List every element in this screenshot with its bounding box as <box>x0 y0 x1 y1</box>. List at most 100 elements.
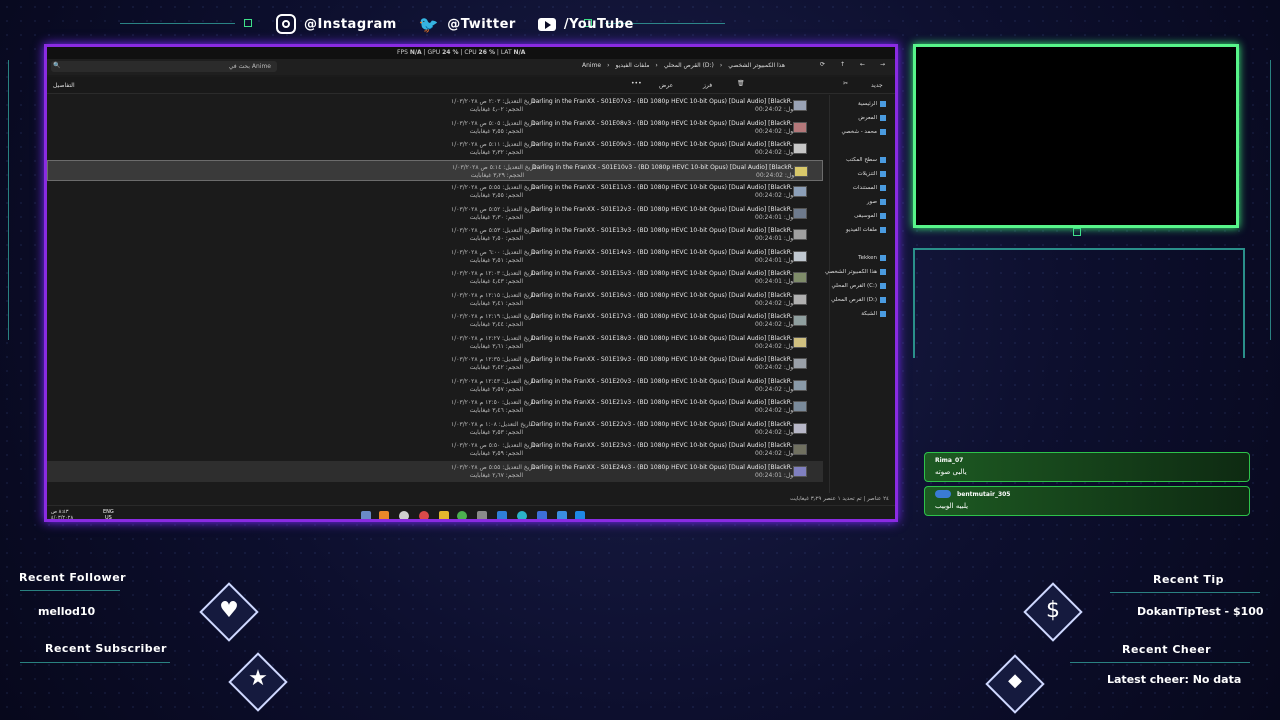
nav-item[interactable]: سطح المكتب <box>846 157 886 163</box>
lang-region: US <box>104 515 112 521</box>
mail-icon[interactable] <box>497 511 507 519</box>
folder-icon <box>880 227 886 233</box>
tip-underline <box>1110 592 1260 593</box>
cam-frame-dot <box>1073 228 1081 236</box>
file-row[interactable]: تاريخ التعديل: ١٢:١٩ م ١/٠٣/٢٠٢٨ الحجم: ٣… <box>47 310 823 331</box>
recent-cheer-label: Recent Cheer <box>1122 643 1212 656</box>
start-icon[interactable] <box>575 511 585 519</box>
folder-icon[interactable] <box>439 511 449 519</box>
file-row[interactable]: تاريخ التعديل: ١٢:٣٥ م ١/٠٣/٢٠٢٨ الحجم: ٣… <box>47 353 823 374</box>
nav-item-label: القرص المحلي (C:) <box>831 283 878 289</box>
video-thumbnail-icon <box>793 465 807 477</box>
app-icon[interactable] <box>419 511 429 519</box>
folder-icon <box>880 283 886 289</box>
more-options-icon[interactable]: ••• <box>631 80 642 87</box>
new-button[interactable]: جديد <box>871 82 883 89</box>
nav-item[interactable]: الرئيسية <box>858 101 886 107</box>
breadcrumb-anime[interactable]: Anime <box>582 62 601 69</box>
search-input[interactable]: بحث في Anime <box>51 61 277 72</box>
breadcrumb-videos[interactable]: ملفات الفيديو <box>616 62 650 69</box>
file-size: الحجم: ٣٫٤٤ غيغابايت <box>469 321 523 328</box>
video-thumbnail-icon <box>793 358 807 369</box>
file-name: Darling in the FranXX - S01E07v3 - (BD 1… <box>531 98 797 105</box>
file-modified: تاريخ التعديل: ١٢:٥٠ م ١/٠٣/٢٠٢٨ <box>451 399 536 406</box>
nav-item[interactable]: الشبكة <box>861 311 886 317</box>
file-row[interactable]: تاريخ التعديل: ٥:١٤ ص ١/٠٣/٢٠٢٨ الحجم: ٣٫… <box>47 159 823 181</box>
social-instagram[interactable]: @Instagram <box>276 14 397 34</box>
breadcrumb-this-pc[interactable]: هذا الكمبيوتر الشخصي <box>728 62 785 69</box>
file-row[interactable]: تاريخ التعديل: ١٢:١٥ م ١/٠٣/٢٠٢٨ الحجم: ٣… <box>47 289 823 310</box>
folder-icon <box>880 269 886 275</box>
file-row[interactable]: تاريخ التعديل: ٥:٥٢ ص ١/٠٣/٢٠٢٨ الحجم: ٣٫… <box>47 203 823 224</box>
edge-icon[interactable] <box>517 511 527 519</box>
taskbar-clock[interactable]: ٨:٤٣ ص ٤/٠٣/٢٠٢٨ <box>51 509 73 519</box>
nav-item[interactable]: القرص المحلي (D:) <box>831 297 886 303</box>
chat-username: bentmutair_305 <box>957 491 1011 498</box>
view-button[interactable]: عرض <box>659 82 673 89</box>
delete-icon[interactable]: 🗑 <box>737 80 745 87</box>
file-row[interactable]: تاريخ التعديل: ٥:٥٥ ص ١/٠٣/٢٠٢٨ الحجم: ٢٫… <box>47 460 823 482</box>
explorer-address-bar: بحث في Anime 🔍 Anime › ملفات الفيديو › الق… <box>47 59 895 75</box>
file-row[interactable]: تاريخ التعديل: ٥:٥٣ ص ١/٠٣/٢٠٢٨ الحجم: ٢٫… <box>47 224 823 245</box>
file-row[interactable]: تاريخ التعديل: ١٢:٠٣ م ١/٠٣/٢٠٢٨ الحجم: ٤… <box>47 267 823 288</box>
file-row[interactable]: تاريخ التعديل: ٢:٠٣ ص ١/٠٣/٢٠٢٨ الحجم: ٤٫… <box>47 95 823 116</box>
file-size: الحجم: ٤٫٠٢ غيغابايت <box>469 106 523 113</box>
nav-item-label: صور <box>866 199 877 205</box>
breadcrumb-drive-d[interactable]: القرص المحلي (D:) <box>664 62 714 69</box>
file-name: Darling in the FranXX - S01E20v3 - (BD 1… <box>531 377 797 385</box>
folder-icon <box>880 311 886 317</box>
nav-item[interactable]: محمد - شخصي <box>841 129 886 135</box>
cut-icon[interactable]: ✂ <box>843 80 848 87</box>
webcam-frame <box>913 44 1239 228</box>
language-indicator[interactable]: ENG US <box>103 509 114 521</box>
nav-item[interactable]: ملفات الفيديو <box>846 227 886 233</box>
file-size: الحجم: ٣٫٦١ غيغابايت <box>469 342 523 350</box>
social-youtube[interactable]: /YouTube <box>537 17 634 32</box>
left-edge-line <box>8 60 9 340</box>
file-modified: تاريخ التعديل: ٥:٥٠ ص ١/٠٣/٢٠٢٨ <box>451 442 536 449</box>
nav-item[interactable]: المستندات <box>853 185 886 191</box>
file-row[interactable]: تاريخ التعديل: ٥:٠٥ ص ١/٠٣/٢٠٢٨ الحجم: ٣٫… <box>47 117 823 138</box>
file-row[interactable]: تاريخ التعديل: ٥:٥٥ ص ١/٠٣/٢٠٢٨ الحجم: ٣٫… <box>47 181 823 202</box>
file-modified: تاريخ التعديل: ١٢:١٥ م ١/٠٣/٢٠٢٨ <box>451 291 536 299</box>
sort-button[interactable]: فرز <box>703 82 712 89</box>
nav-item-label: القرص المحلي (D:) <box>831 297 877 303</box>
nav-item[interactable]: الموسيقى <box>854 213 886 219</box>
photos-icon[interactable] <box>557 511 567 519</box>
file-size: الحجم: ٣٫٣٠ غيغابايت <box>469 213 523 221</box>
forward-arrow-icon[interactable]: → <box>880 61 885 68</box>
file-row[interactable]: تاريخ التعديل: ٦:٠٠ ص ١/٠٣/٢٠٢٨ الحجم: ٣٫… <box>47 246 823 267</box>
chrome-icon[interactable] <box>457 511 467 519</box>
vlc-icon[interactable] <box>379 511 389 519</box>
nav-item[interactable]: هذا الكمبيوتر الشخصي <box>825 269 886 275</box>
fps-value: N/A <box>409 49 422 56</box>
nav-item[interactable]: القرص المحلي (C:) <box>831 283 886 289</box>
video-thumbnail-icon <box>793 422 807 434</box>
file-row[interactable]: تاريخ التعديل: ٥:٥٠ ص ١/٠٣/٢٠٢٨ الحجم: ٣٫… <box>47 439 823 460</box>
file-row[interactable]: تاريخ التعديل: ٥:١١ ص ١/٠٣/٢٠٢٨ الحجم: ٣٫… <box>47 138 823 159</box>
up-arrow-icon[interactable]: ↑ <box>840 61 845 68</box>
nav-item[interactable]: التنزيلات <box>857 171 886 177</box>
obs-icon[interactable] <box>399 511 409 519</box>
details-pane-button[interactable]: التفاصيل <box>53 82 75 89</box>
refresh-icon[interactable]: ⟳ <box>820 61 825 68</box>
file-row[interactable]: تاريخ التعديل: ١٢:٥٠ م ١/٠٣/٢٠٢٨ الحجم: ٣… <box>47 396 823 417</box>
recent-cheer-value: Latest cheer: No data <box>1107 673 1242 686</box>
perf-overlay: FPS N/A | GPU 24 % | CPU 26 % | LAT N/A <box>47 47 895 59</box>
video-thumbnail-icon <box>793 229 807 240</box>
recent-subscriber-label: Recent Subscriber <box>45 642 167 655</box>
file-row[interactable]: تاريخ التعديل: ١٢:٢٧ م ١/٠٣/٢٠٢٨ الحجم: ٣… <box>47 332 823 353</box>
settings-icon[interactable] <box>361 511 371 519</box>
social-twitter[interactable]: 🐦 @Twitter <box>419 15 516 34</box>
store-icon[interactable] <box>537 511 547 519</box>
nav-item[interactable]: Tekken <box>858 255 886 261</box>
file-row[interactable]: تاريخ التعديل: ١٢:٤٣ م ١/٠٣/٢٠٢٨ الحجم: ٣… <box>47 375 823 396</box>
nav-item[interactable]: المعرض <box>858 115 886 121</box>
folder-icon <box>880 185 886 191</box>
file-modified: تاريخ التعديل: ١٢:٢٧ م ١/٠٣/٢٠٢٨ <box>451 334 536 342</box>
file-row[interactable]: تاريخ التعديل: ١:٠٨ م ١/٠٣/٢٠٢٨ الحجم: ٣٫… <box>47 418 823 439</box>
top-line-left <box>120 23 235 24</box>
tool-icon[interactable] <box>477 511 487 519</box>
back-arrow-icon[interactable]: ← <box>860 61 865 68</box>
nav-item[interactable]: صور <box>867 199 886 205</box>
